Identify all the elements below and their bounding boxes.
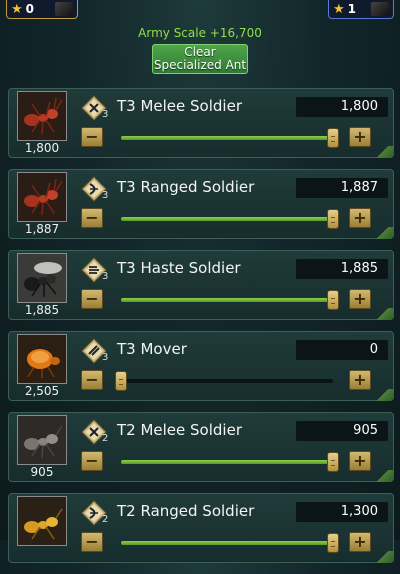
increase-button[interactable]: + <box>349 127 371 147</box>
star-currency-value: 0 <box>25 2 35 16</box>
increase-button[interactable]: + <box>349 289 371 309</box>
troop-tier: 3 <box>102 109 109 120</box>
star-currency-badge[interactable]: ★ 0 <box>6 0 78 19</box>
troop-portrait <box>17 496 67 546</box>
quantity-slider[interactable] <box>115 371 333 391</box>
slider-fill <box>121 541 333 545</box>
decrease-button[interactable]: − <box>81 370 103 390</box>
item-icon <box>371 2 389 16</box>
star-level-badge[interactable]: ★ 1 <box>328 0 394 19</box>
increase-button[interactable]: + <box>349 532 371 552</box>
troop-owned-count: 1,800 <box>24 141 60 155</box>
slider-handle[interactable] <box>327 452 339 472</box>
troop-portrait <box>17 415 67 465</box>
decrease-button[interactable]: − <box>81 289 103 309</box>
troop-quantity-input[interactable]: 1,800 <box>296 97 388 117</box>
troop-name: T2 Ranged Soldier <box>117 502 255 520</box>
troop-list: 1,800 3 T3 Melee Soldier 1,800 − +1,887 3 T3 Ra… <box>8 88 394 574</box>
clear-specialized-ant-button[interactable]: Clear Specialized Ant <box>152 44 248 74</box>
slider-handle[interactable] <box>327 533 339 553</box>
army-scale-label: Army Scale +16,700 <box>138 26 262 40</box>
troop-name: T3 Mover <box>117 340 187 358</box>
increase-button[interactable]: + <box>349 370 371 390</box>
troop-owned-count: 1,887 <box>24 222 60 236</box>
troop-card: 2 T2 Ranged Soldier 1,300 − + <box>8 493 394 563</box>
troop-card: 1,800 3 T3 Melee Soldier 1,800 − + <box>8 88 394 158</box>
slider-fill <box>121 136 333 140</box>
troop-card: 1,885 3 T3 Haste Soldier 1,885 − + <box>8 250 394 320</box>
increase-button[interactable]: + <box>349 208 371 228</box>
troop-quantity-input[interactable]: 0 <box>296 340 388 360</box>
item-icon <box>55 2 73 16</box>
troop-quantity-input[interactable]: 905 <box>296 421 388 441</box>
troop-quantity-input[interactable]: 1,885 <box>296 259 388 279</box>
star-level-value: 1 <box>347 2 357 16</box>
decrease-button[interactable]: − <box>81 208 103 228</box>
decrease-button[interactable]: − <box>81 127 103 147</box>
troop-name: T2 Melee Soldier <box>117 421 242 439</box>
slider-handle[interactable] <box>327 290 339 310</box>
troop-card: 2,505 3 T3 Mover 0 − + <box>8 331 394 401</box>
slider-fill <box>121 298 333 302</box>
increase-button[interactable]: + <box>349 451 371 471</box>
slider-handle[interactable] <box>327 209 339 229</box>
slider-fill <box>121 217 333 221</box>
troop-card: 1,887 3 T3 Ranged Soldier 1,887 − + <box>8 169 394 239</box>
troop-portrait <box>17 91 67 141</box>
clear-button-line2: Specialized Ant <box>153 58 247 72</box>
decrease-button[interactable]: − <box>81 532 103 552</box>
troop-name: T3 Ranged Soldier <box>117 178 255 196</box>
troop-quantity-input[interactable]: 1,887 <box>296 178 388 198</box>
quantity-slider[interactable] <box>121 452 339 472</box>
quantity-slider[interactable] <box>121 128 339 148</box>
troop-portrait <box>17 172 67 222</box>
troop-name: T3 Melee Soldier <box>117 97 242 115</box>
troop-portrait <box>17 253 67 303</box>
troop-tier: 3 <box>102 271 109 282</box>
troop-tier: 3 <box>102 190 109 201</box>
star-icon: ★ <box>11 1 23 17</box>
quantity-slider[interactable] <box>121 290 339 310</box>
quantity-slider[interactable] <box>121 533 339 553</box>
troop-owned-count: 2,505 <box>24 384 60 398</box>
troop-tier: 2 <box>102 433 109 444</box>
troop-owned-count: 1,885 <box>24 303 60 317</box>
troop-name: T3 Haste Soldier <box>117 259 241 277</box>
troop-tier: 2 <box>102 514 109 525</box>
quantity-slider[interactable] <box>121 209 339 229</box>
slider-handle[interactable] <box>327 128 339 148</box>
star-icon: ★ <box>333 1 345 17</box>
troop-owned-count: 905 <box>30 465 54 479</box>
slider-handle[interactable] <box>115 371 127 391</box>
troop-quantity-input[interactable]: 1,300 <box>296 502 388 522</box>
troop-tier: 3 <box>102 352 109 363</box>
slider-fill <box>121 460 333 464</box>
troop-portrait <box>17 334 67 384</box>
troop-card: 905 2 T2 Melee Soldier 905 − + <box>8 412 394 482</box>
decrease-button[interactable]: − <box>81 451 103 471</box>
